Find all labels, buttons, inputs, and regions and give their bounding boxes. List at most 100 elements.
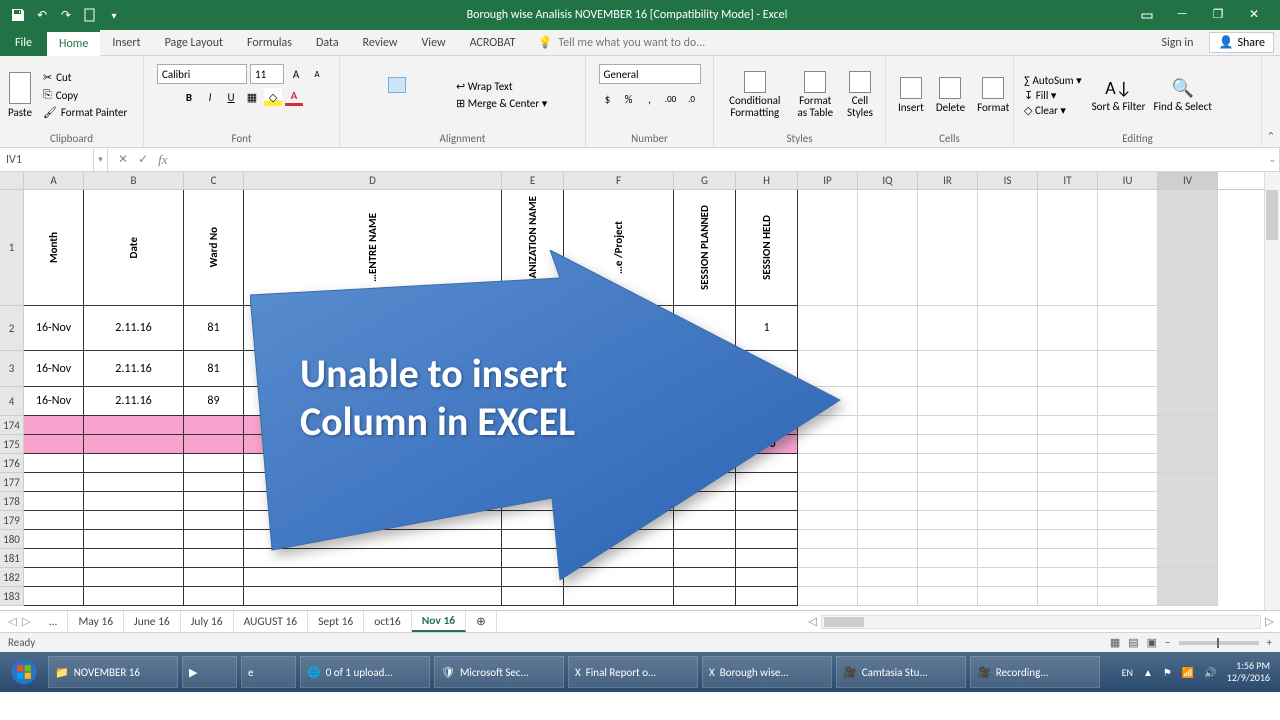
sort-filter-button[interactable]: A↓Sort & Filter <box>1088 75 1150 115</box>
tellme[interactable]: 💡 Tell me what you want to do... <box>527 35 1151 50</box>
copy-button[interactable]: ⎘Copy <box>40 87 81 103</box>
cell[interactable] <box>918 387 978 416</box>
cell[interactable] <box>502 549 564 568</box>
cell[interactable]: …e /Project <box>564 190 674 306</box>
cell[interactable] <box>24 511 84 530</box>
cell[interactable] <box>978 190 1038 306</box>
cell[interactable]: SESSION HELD <box>736 190 798 306</box>
cell[interactable] <box>736 492 798 511</box>
tab-prev-icon[interactable]: ◁ <box>8 614 17 629</box>
taskbar-button[interactable]: ▶ <box>182 656 237 688</box>
cell[interactable] <box>858 190 918 306</box>
cell[interactable] <box>798 416 858 435</box>
hscroll-left-icon[interactable]: ◁ <box>808 614 817 629</box>
cell[interactable] <box>1158 351 1218 387</box>
cell[interactable] <box>918 492 978 511</box>
taskbar-button[interactable]: XFinal Report o... <box>568 656 698 688</box>
cell[interactable] <box>24 549 84 568</box>
cell[interactable] <box>858 416 918 435</box>
cell[interactable] <box>798 387 858 416</box>
insert-button[interactable]: Insert <box>894 75 928 116</box>
sheet-tab[interactable]: July 16 <box>181 611 234 632</box>
cell[interactable]: 81 <box>184 351 244 387</box>
collapse-ribbon-icon[interactable]: ⌃ <box>1266 130 1275 143</box>
taskbar-button[interactable]: e <box>241 656 296 688</box>
cancel-icon[interactable]: ✕ <box>118 152 128 168</box>
cell[interactable] <box>1038 530 1098 549</box>
col-header[interactable]: IP <box>798 172 858 189</box>
cell[interactable] <box>244 416 502 435</box>
taskbar-button[interactable]: 🎥Camtasia Stu... <box>836 656 966 688</box>
cell[interactable]: SESSION PLANNED <box>674 190 736 306</box>
row-header[interactable]: 4 <box>0 387 24 416</box>
cell[interactable] <box>564 511 674 530</box>
redo-icon[interactable]: ↷ <box>58 7 74 23</box>
cell[interactable] <box>978 435 1038 454</box>
zoom-slider[interactable] <box>1179 641 1259 645</box>
new-sheet-button[interactable]: ⊕ <box>466 611 497 632</box>
percent-icon[interactable]: % <box>620 90 638 108</box>
cell[interactable] <box>564 473 674 492</box>
cell[interactable] <box>1098 416 1158 435</box>
cell[interactable] <box>918 549 978 568</box>
cell[interactable] <box>1038 587 1098 606</box>
tab-formulas[interactable]: Formulas <box>235 30 304 56</box>
cell[interactable] <box>502 473 564 492</box>
cell[interactable] <box>674 306 736 351</box>
find-select-button[interactable]: 🔍Find & Select <box>1149 75 1215 115</box>
cell[interactable] <box>84 587 184 606</box>
taskbar-button[interactable]: 🎥Recording... <box>970 656 1100 688</box>
cell[interactable] <box>502 387 564 416</box>
cell[interactable] <box>184 492 244 511</box>
cell[interactable] <box>1038 549 1098 568</box>
sheet-tab[interactable]: Sept 16 <box>308 611 364 632</box>
cell[interactable] <box>918 190 978 306</box>
cell[interactable] <box>24 473 84 492</box>
cell[interactable] <box>736 568 798 587</box>
undo-icon[interactable]: ↶ <box>34 7 50 23</box>
cell[interactable] <box>674 549 736 568</box>
cell[interactable] <box>978 306 1038 351</box>
cell[interactable] <box>1158 416 1218 435</box>
cell[interactable] <box>24 492 84 511</box>
cell[interactable] <box>674 416 736 435</box>
cell[interactable] <box>918 416 978 435</box>
row-header[interactable]: 180 <box>0 530 24 549</box>
enter-icon[interactable]: ✓ <box>138 152 148 168</box>
tab-next-icon[interactable]: ▷ <box>22 614 31 629</box>
dec-decimal-icon[interactable]: .0 <box>683 90 701 108</box>
sheet-tab[interactable]: June 16 <box>124 611 181 632</box>
tab-review[interactable]: Review <box>351 30 410 56</box>
col-header[interactable]: D <box>244 172 502 189</box>
cell[interactable] <box>798 511 858 530</box>
cell[interactable] <box>1158 511 1218 530</box>
share-button[interactable]: 👤 Share <box>1209 32 1274 53</box>
col-header[interactable]: IQ <box>858 172 918 189</box>
cell[interactable] <box>736 549 798 568</box>
cell[interactable]: Date <box>84 190 184 306</box>
format-table-button[interactable]: Format as Table <box>792 69 839 121</box>
cell[interactable] <box>244 454 502 473</box>
cell[interactable] <box>1158 473 1218 492</box>
cell[interactable] <box>1098 190 1158 306</box>
cell[interactable] <box>1098 530 1158 549</box>
fx-icon[interactable]: fx <box>158 152 167 168</box>
cell[interactable] <box>1098 587 1158 606</box>
align-right-icon[interactable] <box>388 97 406 113</box>
worksheet-grid[interactable]: ABCDEFGHIPIQIRISITIUIV 1MonthDateWard No… <box>0 172 1280 610</box>
cell[interactable] <box>798 549 858 568</box>
cell[interactable] <box>84 568 184 587</box>
font-color-icon[interactable]: A <box>285 88 303 106</box>
currency-icon[interactable]: $ <box>599 90 617 108</box>
cell[interactable] <box>858 306 918 351</box>
cell[interactable] <box>502 511 564 530</box>
cell[interactable] <box>978 530 1038 549</box>
col-header[interactable]: IR <box>918 172 978 189</box>
cell[interactable] <box>502 351 564 387</box>
tray-flag-icon[interactable]: ⚑ <box>1163 666 1172 679</box>
cell[interactable] <box>1158 387 1218 416</box>
taskbar-button[interactable]: XBorough wise... <box>702 656 832 688</box>
cell[interactable] <box>244 492 502 511</box>
cell[interactable] <box>918 530 978 549</box>
cell[interactable] <box>84 549 184 568</box>
